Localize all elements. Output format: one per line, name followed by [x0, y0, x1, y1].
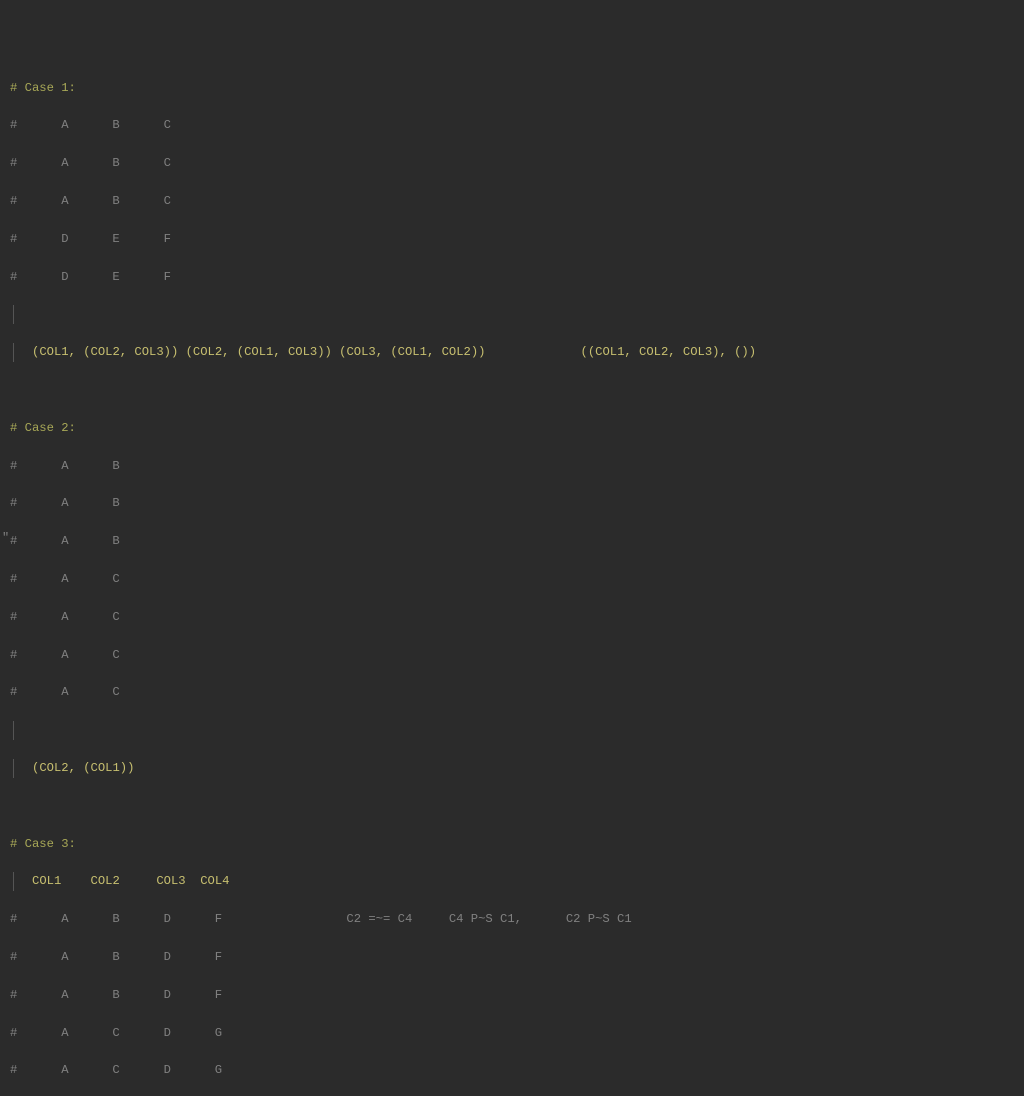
mode-indicator: ": [0, 529, 9, 548]
code-line[interactable]: # A B C: [0, 154, 1024, 173]
data-row: # A B C: [10, 118, 171, 132]
code-line[interactable]: # A C: [0, 570, 1024, 589]
data-row: # A B: [10, 459, 120, 473]
data-row: # A B: [10, 496, 120, 510]
code-line[interactable]: # A B C: [0, 116, 1024, 135]
code-line[interactable]: # A B C: [0, 192, 1024, 211]
indent-guide: (COL2, (COL1)): [13, 759, 134, 778]
code-line[interactable]: (COL2, (COL1)): [0, 759, 1024, 778]
data-row: # D E F: [10, 270, 171, 284]
expression: (COL1, (COL2, COL3)) (COL2, (COL1, COL3)…: [32, 345, 756, 359]
data-row: # A C: [10, 572, 120, 586]
indent-guide: COL1 COL2 COL3 COL4: [13, 872, 229, 891]
code-line[interactable]: # A C D G: [0, 1024, 1024, 1043]
code-line[interactable]: # D E F: [0, 230, 1024, 249]
data-row: # A B C: [10, 194, 171, 208]
data-row: # D E F: [10, 232, 171, 246]
code-line[interactable]: # A C D G: [0, 1061, 1024, 1080]
code-line[interactable]: [0, 305, 1024, 324]
expression: (COL2, (COL1)): [32, 761, 134, 775]
data-row: # A C: [10, 610, 120, 624]
case1-header: # Case 1:: [10, 81, 76, 95]
code-line[interactable]: # A B: [0, 532, 1024, 551]
data-row: # A B D F: [10, 950, 222, 964]
data-row: # A C: [10, 648, 120, 662]
blank-line[interactable]: [0, 381, 1024, 400]
blank-line[interactable]: [0, 797, 1024, 816]
case3-header: # Case 3:: [10, 837, 76, 851]
code-line[interactable]: # A B: [0, 494, 1024, 513]
data-row-annotated: # A B D F C2 =~= C4 C4 P~S C1, C2 P~S C1: [10, 912, 632, 926]
code-line[interactable]: COL1 COL2 COL3 COL4: [0, 872, 1024, 891]
code-line[interactable]: # Case 1:: [0, 79, 1024, 98]
indent-guide: [13, 305, 32, 324]
column-header: COL1 COL2 COL3 COL4: [32, 874, 229, 888]
code-line[interactable]: # A B: [0, 457, 1024, 476]
code-line[interactable]: # A B D F: [0, 986, 1024, 1005]
indent-guide: [13, 721, 32, 740]
code-line[interactable]: # D E F: [0, 268, 1024, 287]
indent-guide: (COL1, (COL2, COL3)) (COL2, (COL1, COL3)…: [13, 343, 756, 362]
code-line[interactable]: (COL1, (COL2, COL3)) (COL2, (COL1, COL3)…: [0, 343, 1024, 362]
code-line[interactable]: # A C: [0, 683, 1024, 702]
data-row: # A B C: [10, 156, 171, 170]
data-row: # A C D G: [10, 1063, 222, 1077]
code-line[interactable]: # Case 3:: [0, 835, 1024, 854]
case2-header: # Case 2:: [10, 421, 76, 435]
code-line[interactable]: # A C: [0, 608, 1024, 627]
data-row: # A B D F: [10, 988, 222, 1002]
code-line[interactable]: # Case 2:: [0, 419, 1024, 438]
code-line[interactable]: # A C: [0, 646, 1024, 665]
data-row: # A C D G: [10, 1026, 222, 1040]
data-row: # A C: [10, 685, 120, 699]
code-line[interactable]: # A B D F: [0, 948, 1024, 967]
code-line[interactable]: [0, 721, 1024, 740]
data-row: # A B: [10, 534, 120, 548]
code-line[interactable]: # A B D F C2 =~= C4 C4 P~S C1, C2 P~S C1: [0, 910, 1024, 929]
